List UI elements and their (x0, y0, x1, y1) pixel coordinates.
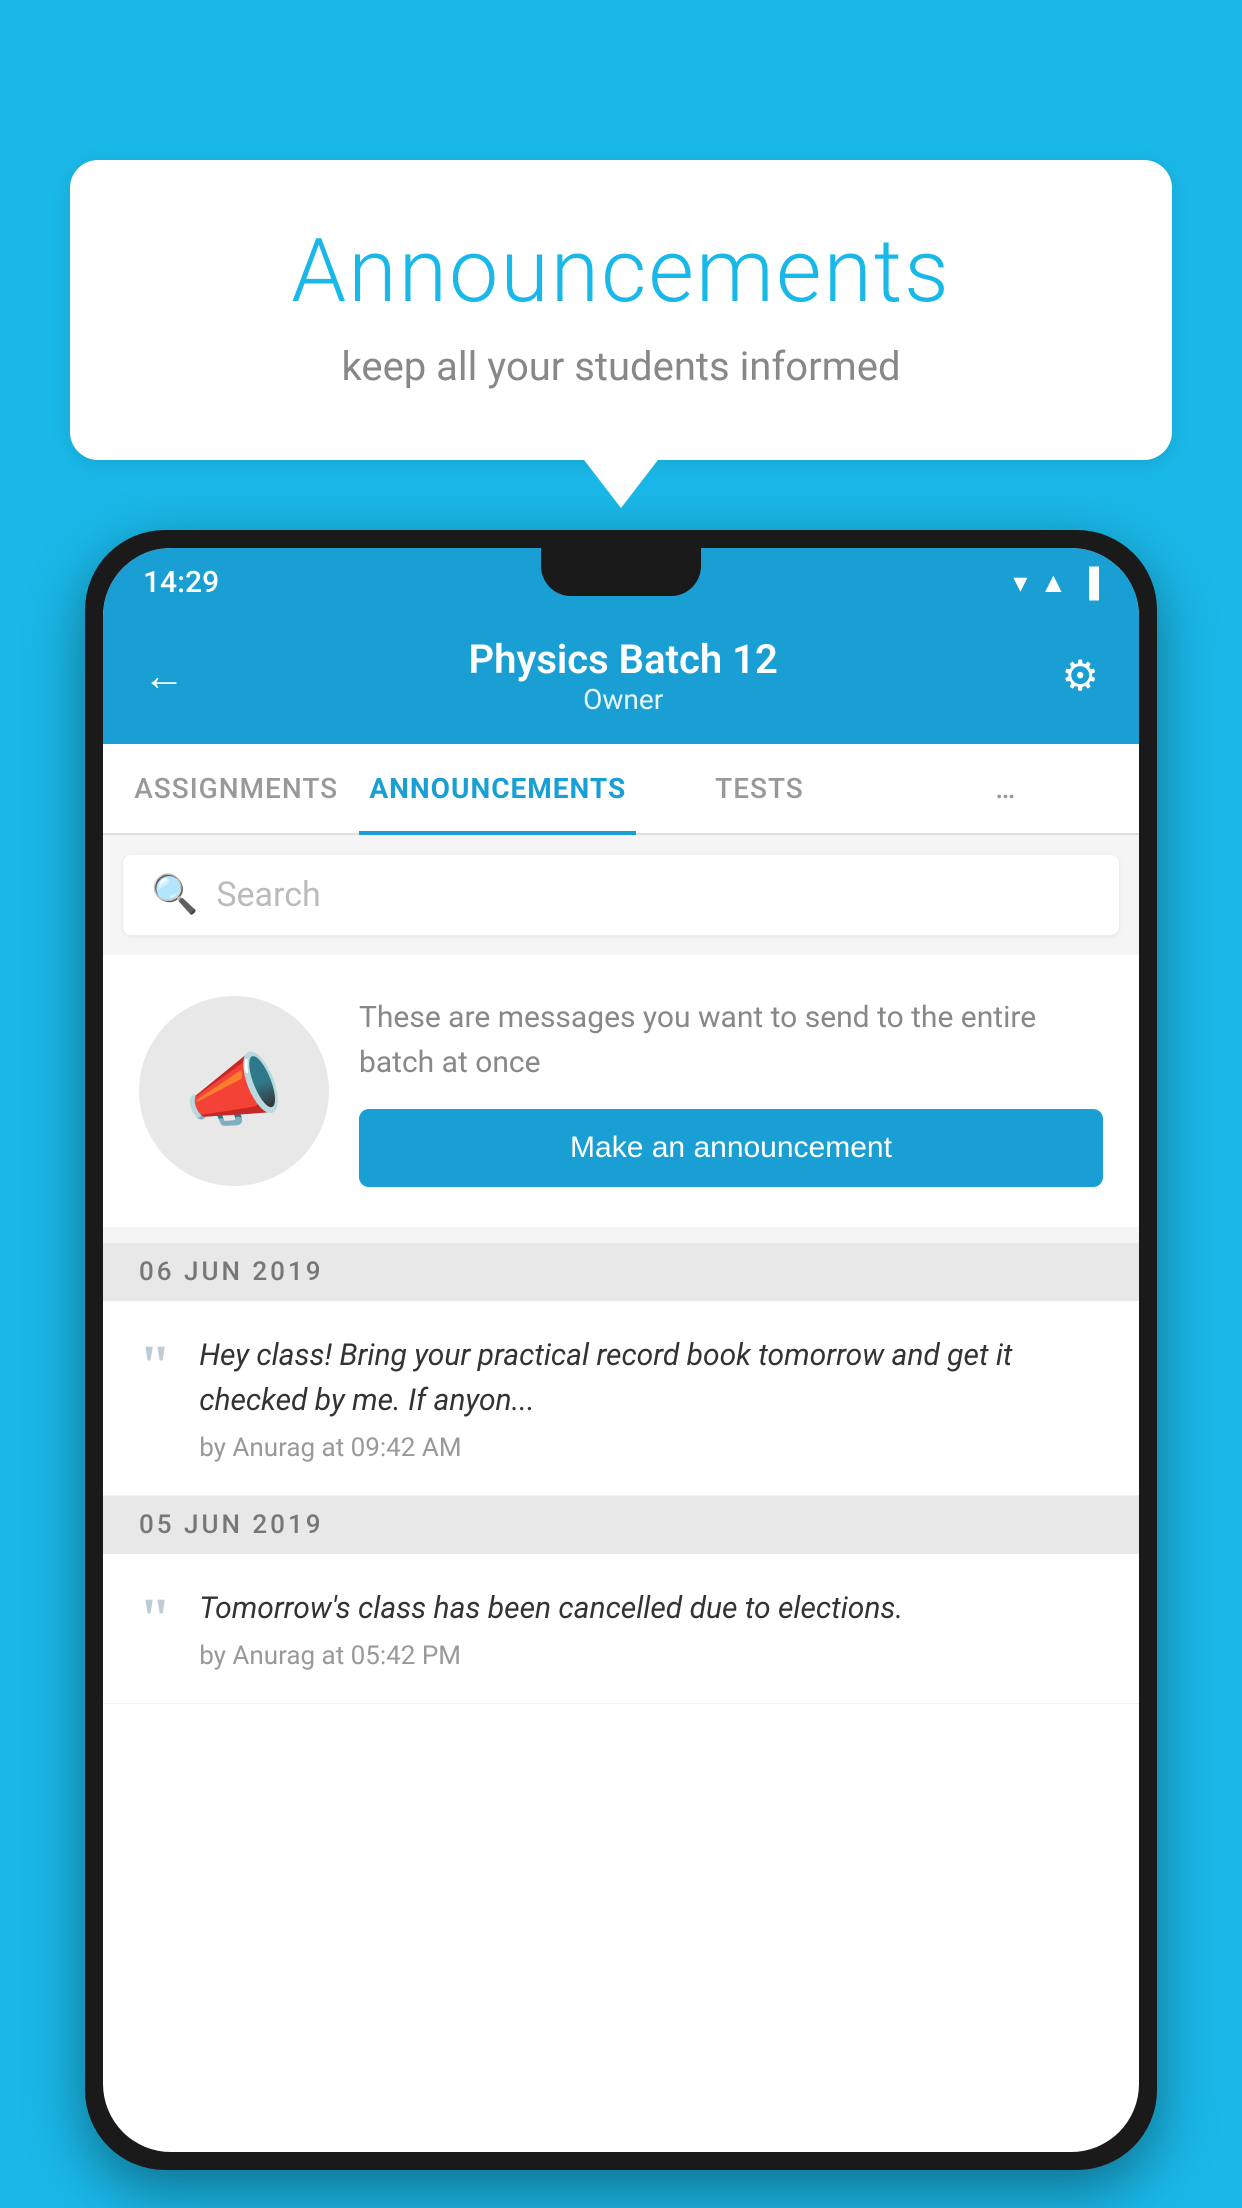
search-placeholder: Search (216, 875, 320, 915)
signal-icon: ▲ (1039, 566, 1067, 599)
promo-card: 📣 These are messages you want to send to… (103, 955, 1139, 1227)
content-area: 🔍 Search 📣 These are messages you want t… (103, 835, 1139, 1704)
status-bar: 14:29 ▾ ▲ ▐ (103, 548, 1139, 616)
announcement-meta-2: by Anurag at 05:42 PM (199, 1641, 1103, 1671)
announcement-content-1: Hey class! Bring your practical record b… (199, 1333, 1103, 1463)
speech-bubble: Announcements keep all your students inf… (70, 160, 1172, 460)
announcement-item-1[interactable]: " Hey class! Bring your practical record… (103, 1301, 1139, 1496)
phone-outer: 14:29 ▾ ▲ ▐ ← Physics Batch 12 Owner ⚙ A… (85, 530, 1157, 2170)
announcement-meta-1: by Anurag at 09:42 AM (199, 1433, 1103, 1463)
wifi-icon: ▾ (1013, 566, 1027, 599)
bubble-subtitle: keep all your students informed (150, 343, 1092, 390)
announcement-content-2: Tomorrow's class has been cancelled due … (199, 1586, 1103, 1671)
announcement-item-2[interactable]: " Tomorrow's class has been cancelled du… (103, 1554, 1139, 1704)
announcement-text-1: Hey class! Bring your practical record b… (199, 1333, 1103, 1423)
bubble-title: Announcements (150, 220, 1092, 323)
tab-more[interactable]: … (883, 744, 1129, 833)
promo-content: These are messages you want to send to t… (359, 995, 1103, 1187)
quote-icon-2: " (139, 1590, 171, 1648)
promo-description: These are messages you want to send to t… (359, 995, 1103, 1085)
date-separator-2: 05 JUN 2019 (103, 1496, 1139, 1554)
announcement-text-2: Tomorrow's class has been cancelled due … (199, 1586, 1103, 1631)
app-header: ← Physics Batch 12 Owner ⚙ (103, 616, 1139, 744)
promo-icon-circle: 📣 (139, 996, 329, 1186)
speech-bubble-container: Announcements keep all your students inf… (70, 160, 1172, 460)
date-separator-1: 06 JUN 2019 (103, 1243, 1139, 1301)
header-center: Physics Batch 12 Owner (469, 636, 778, 716)
phone-mockup: 14:29 ▾ ▲ ▐ ← Physics Batch 12 Owner ⚙ A… (85, 530, 1157, 2208)
notch (541, 548, 701, 596)
tab-assignments[interactable]: ASSIGNMENTS (113, 744, 359, 833)
header-subtitle: Owner (469, 683, 778, 716)
tabs-container: ASSIGNMENTS ANNOUNCEMENTS TESTS … (103, 744, 1139, 835)
battery-icon: ▐ (1079, 566, 1099, 599)
tab-announcements[interactable]: ANNOUNCEMENTS (359, 744, 636, 833)
settings-button[interactable]: ⚙ (1061, 651, 1099, 701)
megaphone-icon: 📣 (184, 1044, 284, 1138)
phone-inner: 14:29 ▾ ▲ ▐ ← Physics Batch 12 Owner ⚙ A… (103, 548, 1139, 2152)
back-button[interactable]: ← (143, 652, 185, 701)
status-icons: ▾ ▲ ▐ (1013, 566, 1099, 599)
quote-icon-1: " (139, 1337, 171, 1395)
header-title: Physics Batch 12 (469, 636, 778, 683)
make-announcement-button[interactable]: Make an announcement (359, 1109, 1103, 1187)
search-icon: 🔍 (151, 873, 198, 917)
tab-tests[interactable]: TESTS (636, 744, 882, 833)
search-bar[interactable]: 🔍 Search (123, 855, 1119, 935)
status-time: 14:29 (143, 565, 219, 600)
